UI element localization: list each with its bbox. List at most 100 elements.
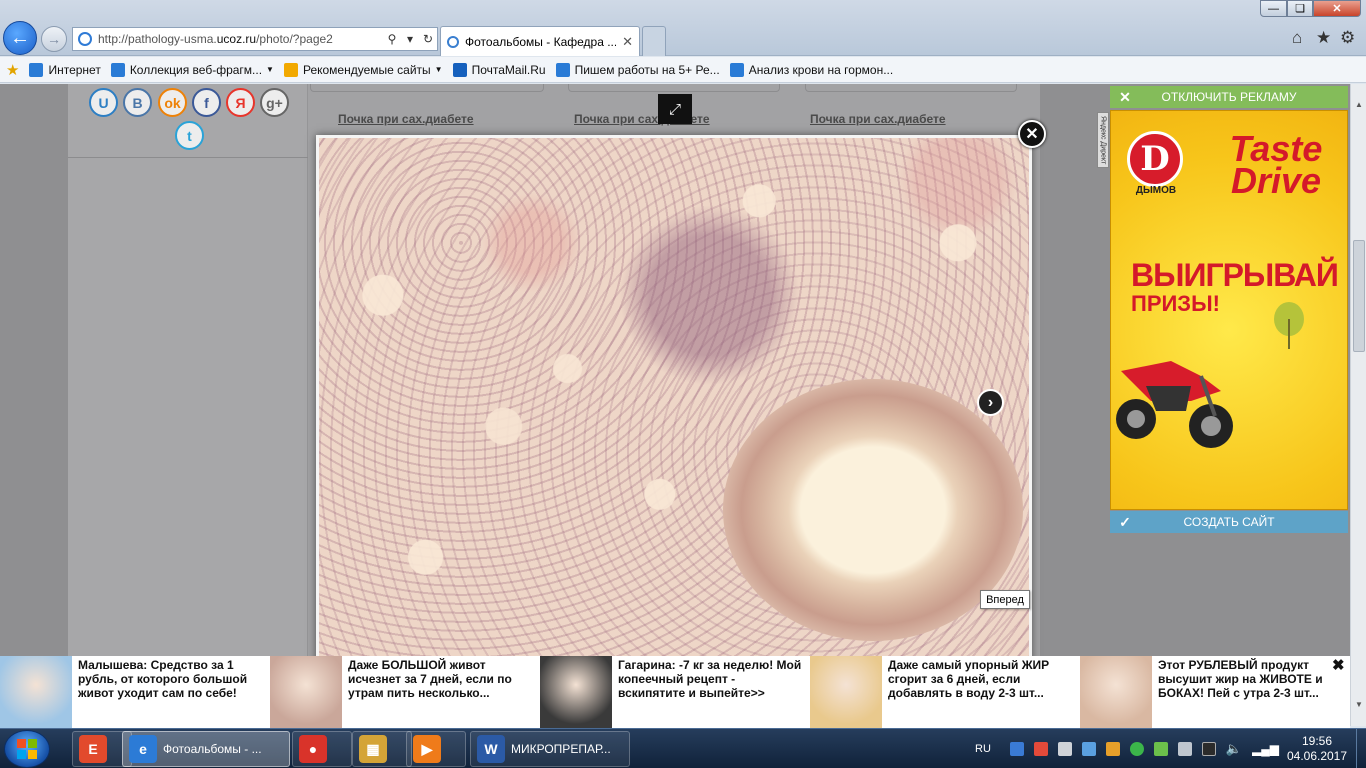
scroll-down-icon[interactable]: ▼: [1351, 696, 1366, 712]
ie-favicon-icon: [78, 32, 92, 46]
utorrent-icon[interactable]: [1129, 742, 1144, 756]
social-share-button[interactable]: Я: [226, 88, 255, 117]
maximize-button[interactable]: ❏: [1287, 0, 1313, 17]
language-indicator[interactable]: RU: [975, 743, 991, 755]
app-icon: ●: [299, 735, 327, 763]
favorite-favicon-icon: [110, 62, 125, 77]
address-url[interactable]: http://pathology-usma.ucoz.ru/photo/?pag…: [98, 32, 383, 46]
bottom-ad-item[interactable]: Гагарина: -7 кг за неделю! Мой копеечный…: [540, 656, 810, 728]
disable-ads-button[interactable]: ✕ ОТКЛЮЧИТЬ РЕКЛАМУ: [1110, 86, 1348, 108]
favorite-link[interactable]: Пишем работы на 5+ Ре...: [555, 62, 720, 77]
bottom-ad-item[interactable]: Малышева: Средство за 1 рубль, от которо…: [0, 656, 270, 728]
brand-name: ДЫМОВ: [1135, 185, 1177, 196]
chevron-right-icon: ›: [987, 393, 994, 411]
ad-banner[interactable]: D ДЫМОВ Taste Drive ВЫИГРЫВАЙ ПРИЗЫ!: [1110, 110, 1348, 510]
bottom-ad-item[interactable]: Этот РУБЛЕВЫЙ продукт высушит жир на ЖИВ…: [1080, 656, 1350, 728]
safely-remove-icon[interactable]: [1177, 742, 1192, 756]
photo-link[interactable]: Почка при сах.диабете: [338, 112, 474, 126]
tray-app-icon[interactable]: [1033, 742, 1048, 756]
app-icon: ▦: [359, 735, 387, 763]
favorites-star-icon[interactable]: ★: [1316, 28, 1331, 48]
tab-close-icon[interactable]: ✕: [622, 34, 633, 50]
photo-thumb-frame: [805, 84, 1017, 92]
tab-favicon-icon: [447, 35, 459, 48]
ad-info-badge[interactable]: Яндекс Директ: [1097, 112, 1109, 168]
system-clock[interactable]: 19:56 04.06.2017: [1282, 734, 1352, 764]
favorite-label: Анализ крови на гормон...: [748, 62, 894, 77]
back-button[interactable]: ←: [3, 21, 37, 55]
bottom-ad-item[interactable]: Даже самый упорный ЖИР сгорит за 6 дней,…: [810, 656, 1080, 728]
magnifier-icon[interactable]: ⚲: [383, 32, 401, 46]
network-signal-icon[interactable]: ▂▄▆: [1252, 742, 1279, 756]
taskbar-app-button[interactable]: ▶: [406, 731, 466, 767]
taskbar-app-button[interactable]: W МИКРОПРЕПАР...: [470, 731, 630, 767]
forward-button[interactable]: →: [41, 26, 67, 52]
social-share-button[interactable]: U: [89, 88, 118, 117]
ad-text: Этот РУБЛЕВЫЙ продукт высушит жир на ЖИВ…: [1158, 658, 1323, 700]
ad-text: Малышева: Средство за 1 рубль, от которо…: [78, 658, 248, 700]
start-button[interactable]: [4, 730, 50, 768]
scroll-thumb[interactable]: [1353, 240, 1365, 352]
ad-thumbnail: [1080, 656, 1152, 728]
show-desktop-button[interactable]: [1356, 729, 1366, 768]
taskbar-app-button[interactable]: ▦: [352, 731, 412, 767]
ad-sub-text: ПРИЗЫ!: [1131, 291, 1220, 316]
tray-app-icon[interactable]: [1081, 742, 1096, 756]
tray-app-icon[interactable]: [1057, 742, 1072, 756]
close-bottom-ads-icon[interactable]: ✖: [1332, 656, 1345, 674]
favorite-link[interactable]: ПочтаMail.Ru: [452, 62, 546, 77]
minimize-icon: —: [1268, 2, 1279, 15]
settings-gear-icon[interactable]: ⚙: [1340, 28, 1355, 48]
create-site-button[interactable]: ✓ СОЗДАТЬ САЙТ: [1110, 511, 1348, 533]
histology-photo: [319, 138, 1029, 662]
refresh-icon[interactable]: ↻: [419, 32, 437, 46]
tray-app-icon[interactable]: [1009, 742, 1024, 756]
favorite-link[interactable]: Коллекция веб-фрагм... ▼: [110, 62, 274, 77]
ad-headline: Taste Drive: [1229, 128, 1323, 201]
social-share-button[interactable]: g+: [260, 88, 289, 117]
photo-lightbox: [316, 135, 1032, 665]
close-icon: ✕: [1119, 88, 1131, 105]
volume-icon[interactable]: 🔈: [1226, 741, 1242, 757]
social-share-button[interactable]: t: [175, 121, 204, 150]
social-network-icon: g+: [266, 94, 283, 111]
dropdown-caret-icon[interactable]: ▾: [401, 32, 419, 46]
lightbox-close-button[interactable]: ✕: [1018, 120, 1046, 148]
dropdown-caret-icon[interactable]: ▼: [435, 65, 443, 74]
tray-app-icon[interactable]: [1105, 742, 1120, 756]
monitor-icon[interactable]: [1201, 742, 1216, 756]
bottom-ad-item[interactable]: Даже БОЛЬШОЙ живот исчезнет за 7 дней, е…: [270, 656, 540, 728]
photo-link[interactable]: Почка при сах.диабете: [810, 112, 946, 126]
fullscreen-button[interactable]: ⤢: [658, 94, 692, 124]
app-icon: e: [129, 735, 157, 763]
social-share-button[interactable]: f: [192, 88, 221, 117]
scroll-up-icon[interactable]: ▲: [1351, 96, 1366, 112]
tree-icon: [1274, 302, 1304, 349]
system-tray: RU 🔈 ▂▄▆: [975, 729, 1284, 768]
social-share-button[interactable]: ok: [158, 88, 187, 117]
favorite-link[interactable]: Интернет: [29, 62, 101, 77]
new-tab-button[interactable]: [642, 26, 666, 56]
photo-thumb-frame: [568, 84, 780, 92]
favorite-favicon-icon: [452, 62, 467, 77]
favorites-star-add-icon[interactable]: ★: [6, 61, 19, 79]
ad-text: Гагарина: -7 кг за неделю! Мой копеечный…: [618, 658, 802, 700]
sidebar-divider: [68, 157, 308, 158]
taskbar-app-button[interactable]: ●: [292, 731, 352, 767]
social-network-icon: t: [187, 127, 192, 144]
social-share-button[interactable]: B: [123, 88, 152, 117]
close-window-button[interactable]: ✕: [1313, 0, 1361, 17]
favorite-link[interactable]: Рекомендуемые сайты ▼: [283, 62, 443, 77]
home-icon[interactable]: ⌂: [1292, 28, 1302, 48]
next-photo-button[interactable]: ›: [977, 389, 1004, 416]
ad-thumbnail: [540, 656, 612, 728]
dropdown-caret-icon[interactable]: ▼: [266, 65, 274, 74]
vertical-scrollbar[interactable]: ▲ ▼: [1350, 84, 1366, 726]
taskbar-app-button[interactable]: e Фотоальбомы - ...: [122, 731, 290, 767]
favorite-link[interactable]: Анализ крови на гормон...: [729, 62, 894, 77]
tray-app-icon[interactable]: [1153, 742, 1168, 756]
address-bar[interactable]: http://pathology-usma.ucoz.ru/photo/?pag…: [72, 27, 438, 51]
ad-thumbnail: [810, 656, 882, 728]
tab-photo-albums[interactable]: Фотоальбомы - Кафедра ... ✕: [440, 26, 640, 56]
minimize-button[interactable]: —: [1260, 0, 1287, 17]
